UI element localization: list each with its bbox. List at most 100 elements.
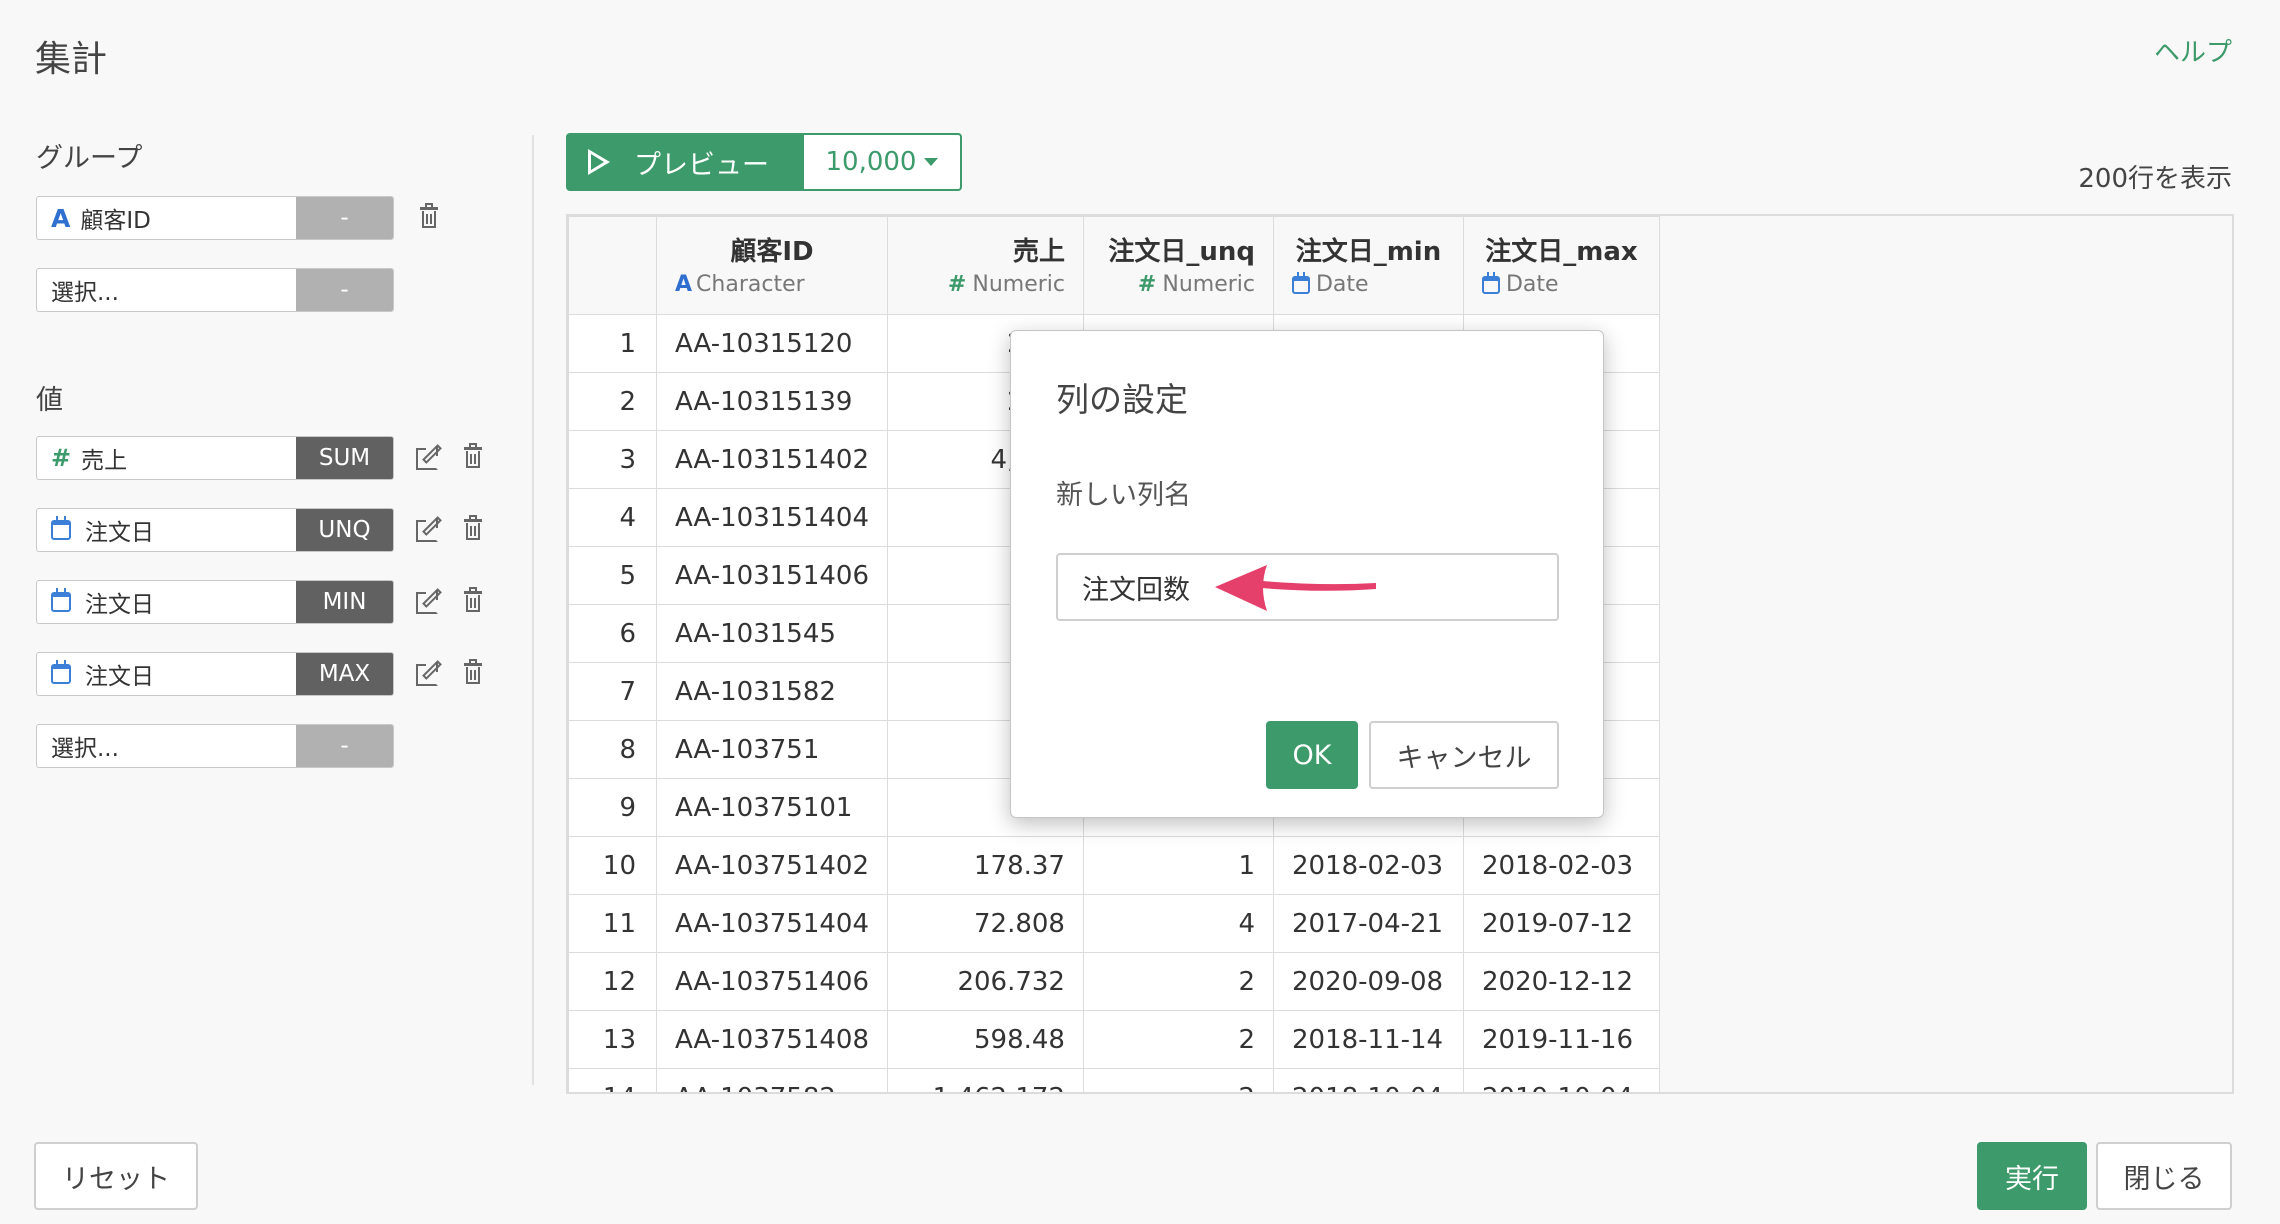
table-cell: 1,462.172 [886,1068,1084,1092]
column-header[interactable]: 注文日_max Date [1462,216,1660,315]
field-placeholder: 選択... [51,280,119,306]
character-type-icon: A [675,272,693,297]
table-cell: AA-103151406 [656,546,888,605]
table-cell: 178.37 [886,836,1084,895]
table-row: 13 AA-103751408 598.48 2 2018-11-14 2019-11-1… [568,1010,1660,1069]
table-cell: 4 [1082,894,1274,953]
agg-dropdown[interactable]: - [296,725,393,767]
ok-button[interactable]: OK [1266,721,1358,789]
table-cell: AA-10375101 [656,778,888,837]
row-index: 5 [568,546,657,605]
table-cell: AA-10315139 [656,372,888,431]
agg-dropdown[interactable]: - [296,269,393,311]
row-index: 13 [568,1010,657,1069]
row-index: 3 [568,430,657,489]
group-field-customer-id[interactable]: A 顧客ID - [36,196,394,240]
table-row: 14AA-10375821,462.17222018-10-042019-10-… [568,1068,1660,1092]
value-field-order-date-min[interactable]: 注文日 MIN [36,580,394,624]
value-field-sales[interactable]: # 売上 SUM [36,436,394,480]
character-type-icon: A [51,203,71,233]
table-cell: 2018-02-03 [1272,836,1464,895]
index-header [568,216,657,315]
value-field-order-date-unq[interactable]: 注文日 UNQ [36,508,394,552]
table-row: 11 AA-103751404 72.808 4 2017-04-21 2019-07-1… [568,894,1660,953]
numeric-type-icon: # [1137,272,1157,297]
edit-icon [412,512,446,546]
trash-icon [456,512,490,546]
table-header-row: 顧客ID A Character 売上 # Numeric 注文日_unq # Num… [568,216,1660,315]
reset-button[interactable]: リセット [34,1142,198,1210]
trash-icon [456,656,490,690]
column-header[interactable]: 売上 # Numeric [886,216,1084,315]
table-cell: 2020-09-08 [1272,952,1464,1011]
close-button[interactable]: 閉じる [2096,1142,2232,1210]
field-name: 注文日 [85,592,154,618]
delete-value-button[interactable] [456,512,490,546]
date-type-icon [51,588,71,612]
agg-dropdown[interactable]: - [296,197,393,239]
delete-group-button[interactable] [412,200,446,234]
field-name: 注文日 [85,520,154,546]
help-link[interactable]: ヘルプ [2154,32,2232,69]
field-placeholder: 選択... [51,736,119,762]
run-button[interactable]: 実行 [1977,1142,2087,1210]
edit-icon [412,656,446,690]
table-row: 10 AA-103751402 178.37 1 2018-02-03 2018-02-0… [568,836,1660,895]
field-name: 注文日 [85,664,154,690]
table-cell: 2019-11-16 [1462,1010,1660,1069]
date-type-icon [51,516,71,540]
group-field-select[interactable]: 選択... - [36,268,394,312]
group-section-label: グループ [36,143,143,174]
column-header[interactable]: 注文日_unq # Numeric [1082,216,1274,315]
value-field-order-date-max[interactable]: 注文日 MAX [36,652,394,696]
new-column-name-label: 新しい列名 [1056,480,1191,511]
table-cell: 2019-10-04 [1462,1068,1660,1092]
values-section-label: 値 [36,385,63,416]
agg-dropdown[interactable]: MIN [296,581,393,623]
table-cell: AA-103751402 [656,836,888,895]
date-type-icon [1291,271,1310,294]
value-field-select[interactable]: 選択... - [36,724,394,768]
delete-value-button[interactable] [456,584,490,618]
edit-value-button[interactable] [412,584,446,618]
numeric-type-icon: # [51,444,72,472]
agg-dropdown[interactable]: UNQ [296,509,393,551]
edit-icon [412,584,446,618]
delete-value-button[interactable] [456,656,490,690]
table-cell: AA-103751 [656,720,888,779]
agg-dropdown[interactable]: SUM [296,437,393,479]
table-cell: 2 [1082,952,1274,1011]
table-cell: AA-1037582 [656,1068,888,1092]
table-cell: 72.808 [886,894,1084,953]
cancel-button[interactable]: キャンセル [1369,721,1559,789]
preview-label: プレビュー [634,149,769,181]
date-type-icon [1481,271,1500,294]
table-cell: 2018-10-04 [1272,1068,1464,1092]
table-cell: 2019-07-12 [1462,894,1660,953]
table-cell: AA-1031582 [656,662,888,721]
column-settings-dialog: 列の設定 新しい列名 OK キャンセル [1010,330,1604,818]
table-cell: 206.732 [886,952,1084,1011]
row-index: 2 [568,372,657,431]
numeric-type-icon: # [947,272,967,297]
row-index: 4 [568,488,657,547]
row-index: 11 [568,894,657,953]
edit-value-button[interactable] [412,512,446,546]
delete-value-button[interactable] [456,440,490,474]
panel-divider [532,135,534,1085]
row-index: 8 [568,720,657,779]
preview-button[interactable]: プレビュー [566,133,802,191]
row-count-select[interactable]: 10,000 [802,133,962,191]
edit-value-button[interactable] [412,656,446,690]
left-panel: グループ A 顧客ID - 選択... - 値 # 売上 SUM 注文日 UNQ… [0,0,540,1100]
edit-value-button[interactable] [412,440,446,474]
agg-dropdown[interactable]: MAX [296,653,393,695]
row-index: 7 [568,662,657,721]
row-index: 14 [568,1068,657,1092]
trash-icon [412,200,446,234]
table-cell: AA-103151404 [656,488,888,547]
date-type-icon [51,660,71,684]
column-header[interactable]: 注文日_min Date [1272,216,1464,315]
new-column-name-input[interactable] [1056,553,1559,621]
column-header[interactable]: 顧客ID A Character [656,216,888,315]
